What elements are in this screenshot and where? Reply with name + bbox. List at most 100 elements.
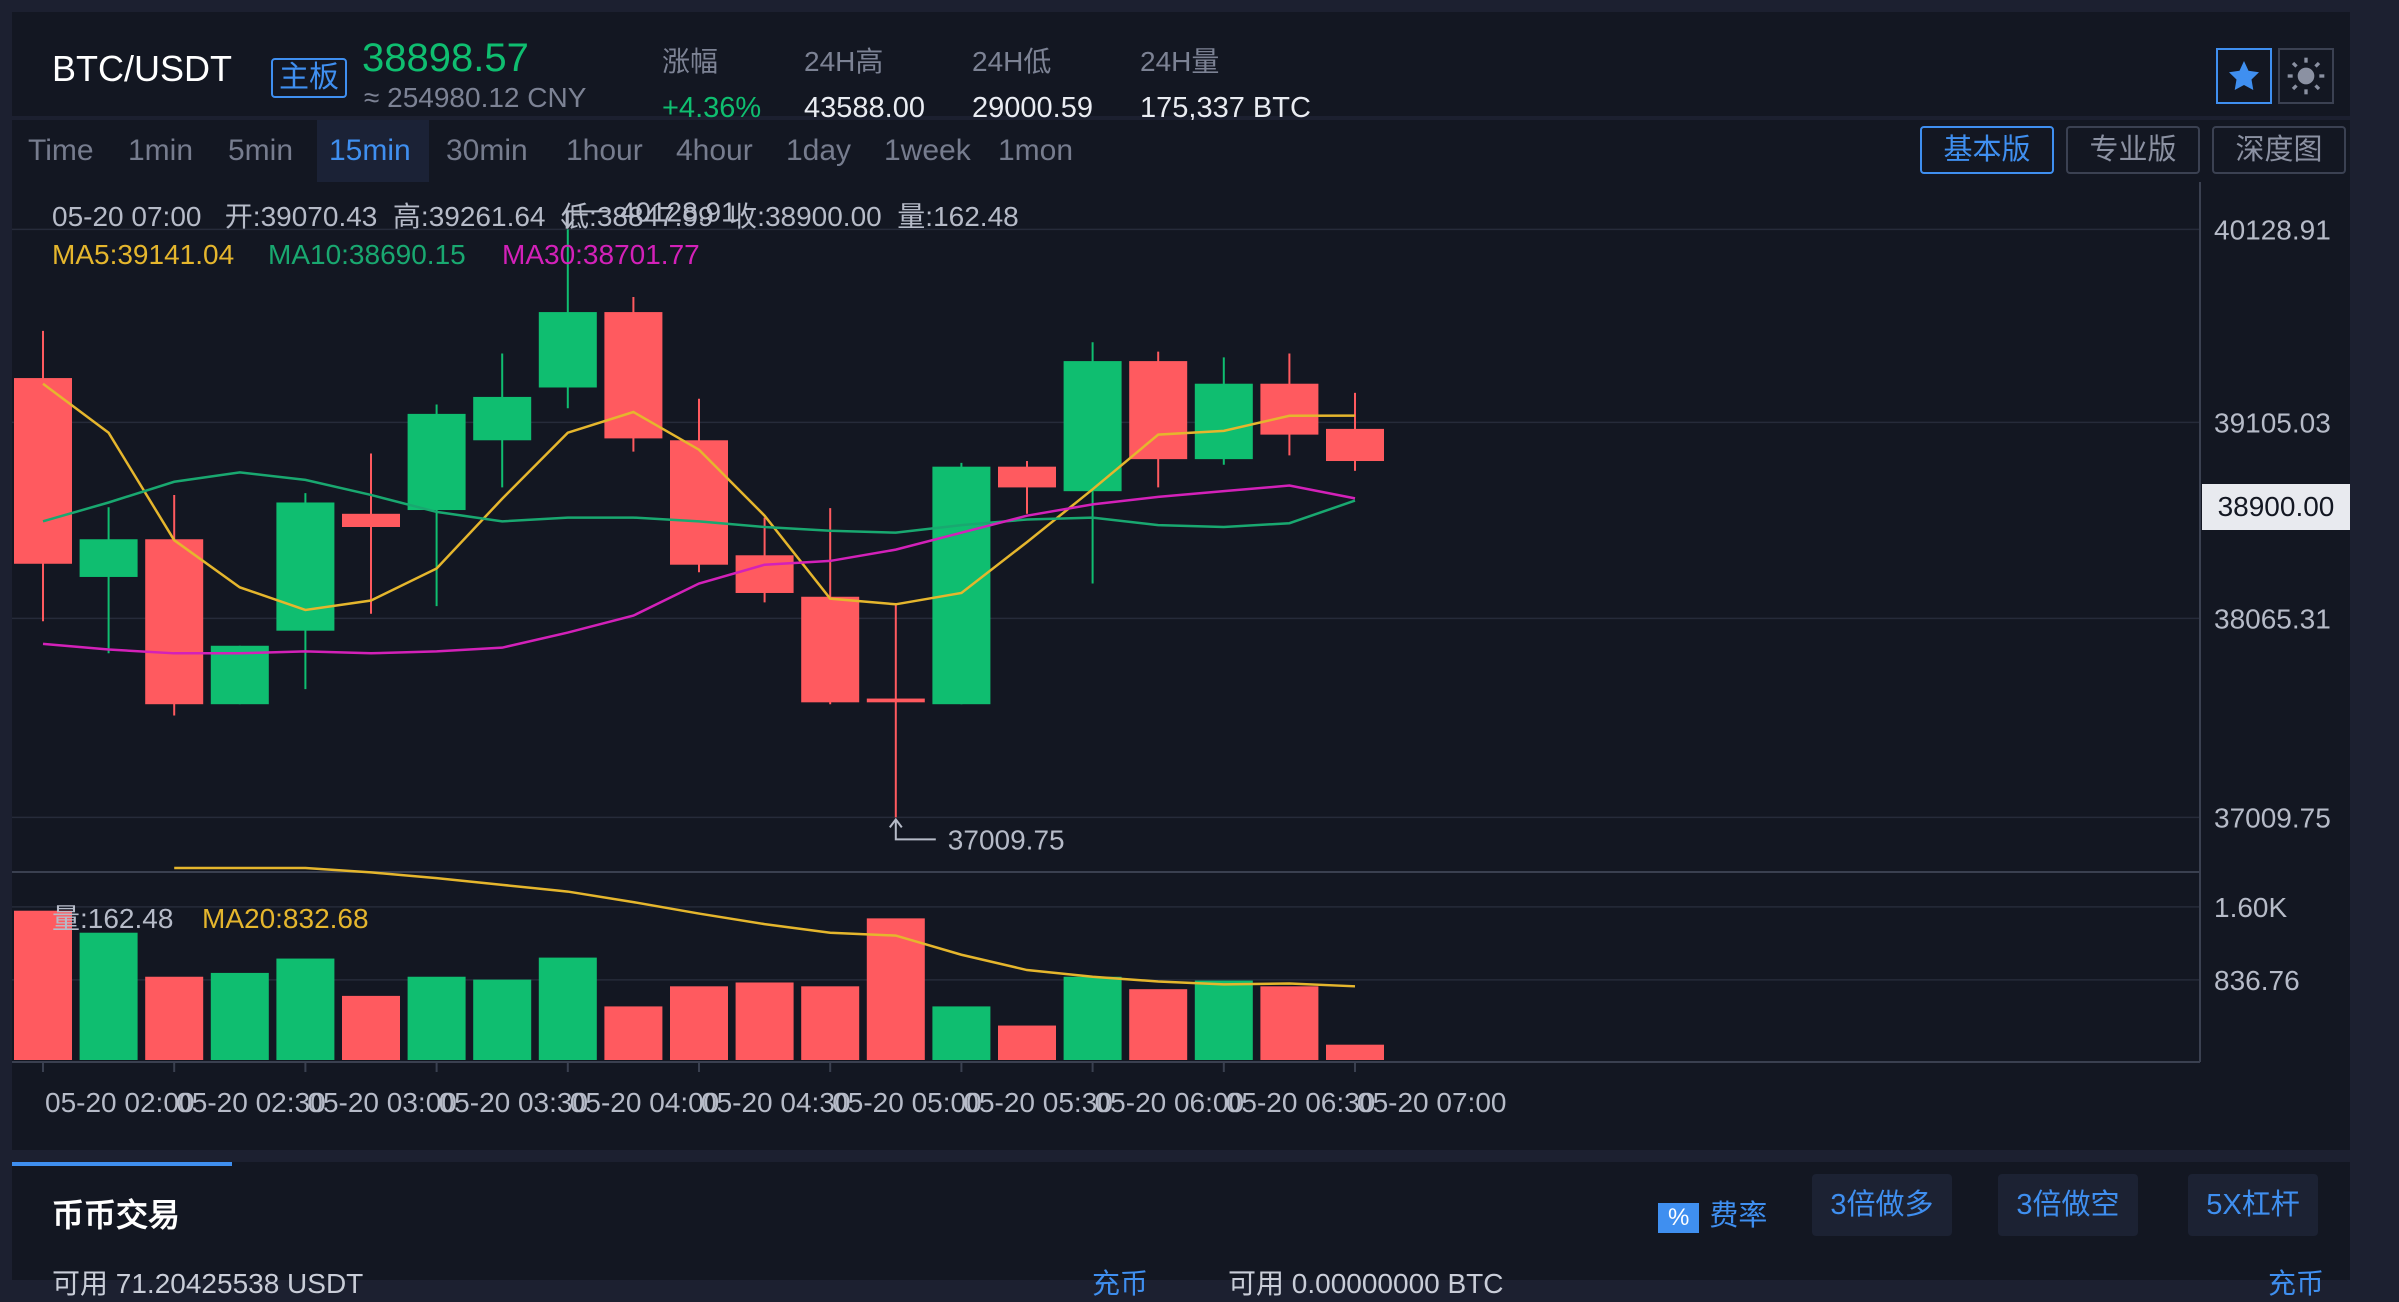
star-icon: [2229, 61, 2259, 90]
volume-bar: [210, 972, 269, 1060]
interval-15min[interactable]: 15min: [329, 134, 411, 168]
candle-body: [538, 312, 597, 388]
time-tick-label: 05-20 05:00: [832, 1087, 981, 1118]
candle: [1326, 392, 1384, 471]
trade-panel: 币币交易 % 费率 3倍做多 3倍做空 5X杠杆 可用 71.20425538 U…: [12, 1162, 2350, 1299]
interval-1week[interactable]: 1week: [884, 134, 971, 168]
volume-ma20-legend: MA20:832.68: [202, 903, 369, 934]
volume-bar: [866, 918, 925, 1060]
fee-link[interactable]: % 费率: [1658, 1192, 1767, 1234]
volume-bar: [79, 932, 138, 1060]
time-tick-label: 05-20 06:00: [1095, 1087, 1244, 1118]
interval-1min[interactable]: 1min: [128, 134, 193, 168]
stat-label: 24H量: [1140, 46, 1220, 77]
view-basic-button[interactable]: 基本版: [1920, 126, 2054, 174]
volume-tick-label: 1.60K: [2214, 892, 2287, 923]
board-tag: 主板: [271, 58, 347, 98]
price-tick-label: 39105.03: [2214, 407, 2331, 438]
favorite-button[interactable]: [2216, 48, 2272, 104]
candle: [801, 508, 860, 705]
candle: [145, 494, 204, 716]
tab-spot-trade[interactable]: 币币交易: [12, 1162, 232, 1246]
interval-1hour[interactable]: 1hour: [566, 134, 643, 168]
volume-bar: [473, 979, 532, 1060]
candle: [670, 398, 728, 573]
view-depth-button[interactable]: 深度图: [2212, 126, 2346, 174]
candle-body: [1129, 361, 1188, 460]
interval-toolbar: Time 1min 5min 15min 30min 1hour 4hour 1…: [12, 120, 2350, 182]
volume-bar: [1194, 980, 1253, 1060]
ma10-legend: MA10:38690.15: [268, 239, 466, 270]
candle-body: [79, 539, 138, 577]
volume-bar: [538, 957, 597, 1060]
available-usdt: 可用 71.20425538 USDT: [52, 1268, 364, 1299]
interval-time[interactable]: Time: [28, 134, 94, 168]
volume-bar: [604, 1006, 663, 1060]
pair-name[interactable]: BTC/USDT: [52, 48, 232, 90]
candle: [473, 353, 532, 488]
time-tick-label: 05-20 03:30: [439, 1087, 588, 1118]
kline-chart-panel[interactable]: 40128.91 39105.03 38065.31 37009.75 1.60K 83…: [12, 182, 2350, 1150]
ma5-legend: MA5:39141.04: [52, 239, 234, 270]
candle-body: [1326, 428, 1384, 462]
volume-bar: [998, 1025, 1056, 1060]
volume-axis-ticks: 1.60K 836.76: [2214, 892, 2300, 996]
stat-volume: 24H量 175,337 BTC: [1140, 40, 1311, 125]
volume-bar: [932, 1006, 991, 1060]
leverage-5x-button[interactable]: 5X杠杆: [2188, 1174, 2318, 1236]
view-pro-button[interactable]: 专业版: [2066, 126, 2200, 174]
candle: [79, 507, 138, 654]
volume-bar: [1260, 986, 1319, 1060]
theme-toggle-button[interactable]: [2278, 48, 2334, 104]
deposit-btc-link[interactable]: 充币: [2268, 1262, 2324, 1302]
fee-label: 费率: [1709, 1200, 1768, 1232]
kline-chart[interactable]: 40128.91 39105.03 38065.31 37009.75 1.60K 83…: [12, 182, 2350, 1150]
time-tick-label: 05-20 07:00: [1357, 1087, 1506, 1118]
stat-label: 24H高: [804, 46, 884, 77]
time-tick-label: 05-20 02:00: [45, 1087, 194, 1118]
interval-1day[interactable]: 1day: [786, 134, 851, 168]
candle-body: [866, 698, 925, 703]
candle-body: [473, 396, 532, 441]
candle-body: [14, 378, 72, 564]
time-axis-ticks: 05-20 02:0005-20 02:3005-20 03:0005-20 0…: [42, 1062, 1506, 1118]
volume-bar: [1129, 989, 1188, 1060]
current-price-tag-text: 38900.00: [2218, 491, 2335, 522]
interval-1mon[interactable]: 1mon: [998, 134, 1073, 168]
stat-high: 24H高 43588.00: [804, 40, 925, 125]
current-price-tag: 38900.00: [2202, 484, 2350, 530]
candles: [14, 229, 1384, 818]
volume-bar: [1063, 976, 1122, 1060]
candle-body: [407, 413, 466, 511]
candle: [407, 404, 466, 607]
stat-label: 24H低: [972, 46, 1052, 77]
volume-tick-label: 836.76: [2214, 965, 2300, 996]
long-3x-button[interactable]: 3倍做多: [1812, 1174, 1952, 1236]
time-tick-label: 05-20 02:30: [176, 1087, 325, 1118]
time-tick-label: 05-20 06:30: [1226, 1087, 1375, 1118]
ticker-header: BTC/USDT 主板 38898.57 ≈ 254980.12 CNY 涨幅 …: [12, 12, 2350, 124]
interval-30min[interactable]: 30min: [446, 134, 528, 168]
tab-spot-trade-label: 币币交易: [52, 1197, 181, 1233]
volume-legend: 量:162.48: [52, 903, 173, 934]
short-3x-button[interactable]: 3倍做空: [1998, 1174, 2138, 1236]
candle: [735, 517, 794, 603]
stat-low: 24H低 29000.59: [972, 40, 1093, 125]
volume-bar: [342, 995, 400, 1060]
candle: [866, 604, 925, 818]
interval-4hour[interactable]: 4hour: [676, 134, 753, 168]
volume-bar: [670, 986, 728, 1060]
percent-icon: %: [1658, 1203, 1700, 1233]
candle: [1260, 353, 1319, 456]
deposit-usdt-link[interactable]: 充币: [1092, 1262, 1148, 1302]
candle-body: [276, 502, 335, 631]
candle-body: [342, 513, 400, 527]
candle: [932, 462, 991, 705]
price-tick-label: 37009.75: [2214, 802, 2331, 833]
interval-5min[interactable]: 5min: [228, 134, 293, 168]
ohlc-info: 05-20 07:00 开:39070.43 高:39261.64 低:3884…: [52, 201, 1019, 232]
candle-body: [1260, 383, 1319, 435]
volume-bar: [735, 982, 794, 1060]
candle-body: [735, 555, 794, 593]
sun-icon: [2287, 57, 2325, 95]
